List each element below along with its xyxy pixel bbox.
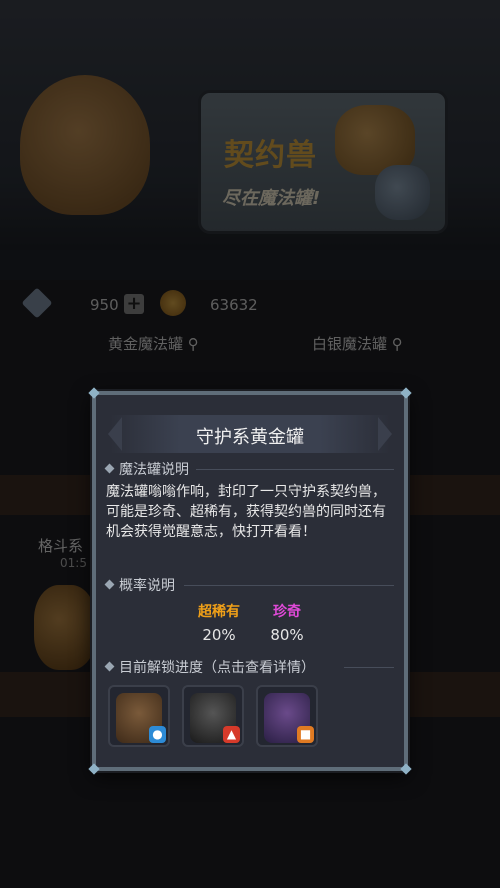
divider [196,469,394,470]
section-heading-progress[interactable]: 目前解锁进度（点击查看详情） [104,657,315,677]
gem-count: 950 [90,296,119,314]
pot-description: 魔法罐嗡嗡作响，封印了一只守护系契约兽，可能是珍奇、超稀有，获得契约兽的同时还有… [106,484,386,540]
fire-icon: ▲ [223,726,240,743]
tab-silver-pot[interactable]: 白银魔法罐 ⚲ [312,333,403,354]
pot-info-modal: 守护系黄金罐 魔法罐说明 魔法罐嗡嗡作响，封印了一只守护系契约兽，可能是珍奇、超… [88,387,412,775]
add-gems-button[interactable]: + [124,294,144,314]
section-heading-label: 概率说明 [119,578,175,594]
silver-pot-icon [375,165,430,220]
rarity-rate-rare: 80% [270,626,304,644]
earth-icon: ■ [297,726,314,743]
water-drop-icon: ● [149,726,166,743]
gold-count: 63632 [210,296,258,314]
diamond-bullet-icon [104,579,115,590]
rarity-rate-super-rare: 20% [202,626,236,644]
diamond-bullet-icon [104,463,115,474]
rarity-label-super-rare: 超稀有 [198,604,240,620]
banner-subtitle: 尽在魔法罐! [222,188,321,209]
background-character [20,75,150,215]
divider [344,667,394,668]
section-heading-description: 魔法罐说明 [104,459,189,479]
creature-avatar-blue-mage[interactable]: ■ [256,685,318,747]
section-heading-label: 魔法罐说明 [119,462,189,478]
diamond-bullet-icon [104,661,115,672]
tab-silver-label: 白银魔法罐 [312,335,388,353]
divider [184,585,394,586]
modal-title: 守护系黄金罐 [196,427,304,448]
fighter-pot-timer: 01:5 [60,556,87,570]
banner-title: 契约兽 [224,138,317,173]
section-heading-label: 目前解锁进度（点击查看详情） [119,660,315,676]
tab-gold-label: 黄金魔法罐 [108,335,184,353]
rarity-label-rare: 珍奇 [273,604,301,620]
header-divider [0,250,500,280]
search-icon: ⚲ [187,335,199,353]
gem-icon [21,287,53,319]
tab-gold-pot[interactable]: 黄金魔法罐 ⚲ [108,333,199,354]
section-heading-probability: 概率说明 [104,575,175,595]
search-icon: ⚲ [391,335,403,353]
fighter-pot-label: 格斗系 [38,537,84,555]
creature-avatar-dark-beast[interactable]: ▲ [182,685,244,747]
gold-coin-icon [160,290,186,316]
fighter-pot-icon [34,585,96,670]
creature-avatar-tree-guardian[interactable]: ● [108,685,170,747]
